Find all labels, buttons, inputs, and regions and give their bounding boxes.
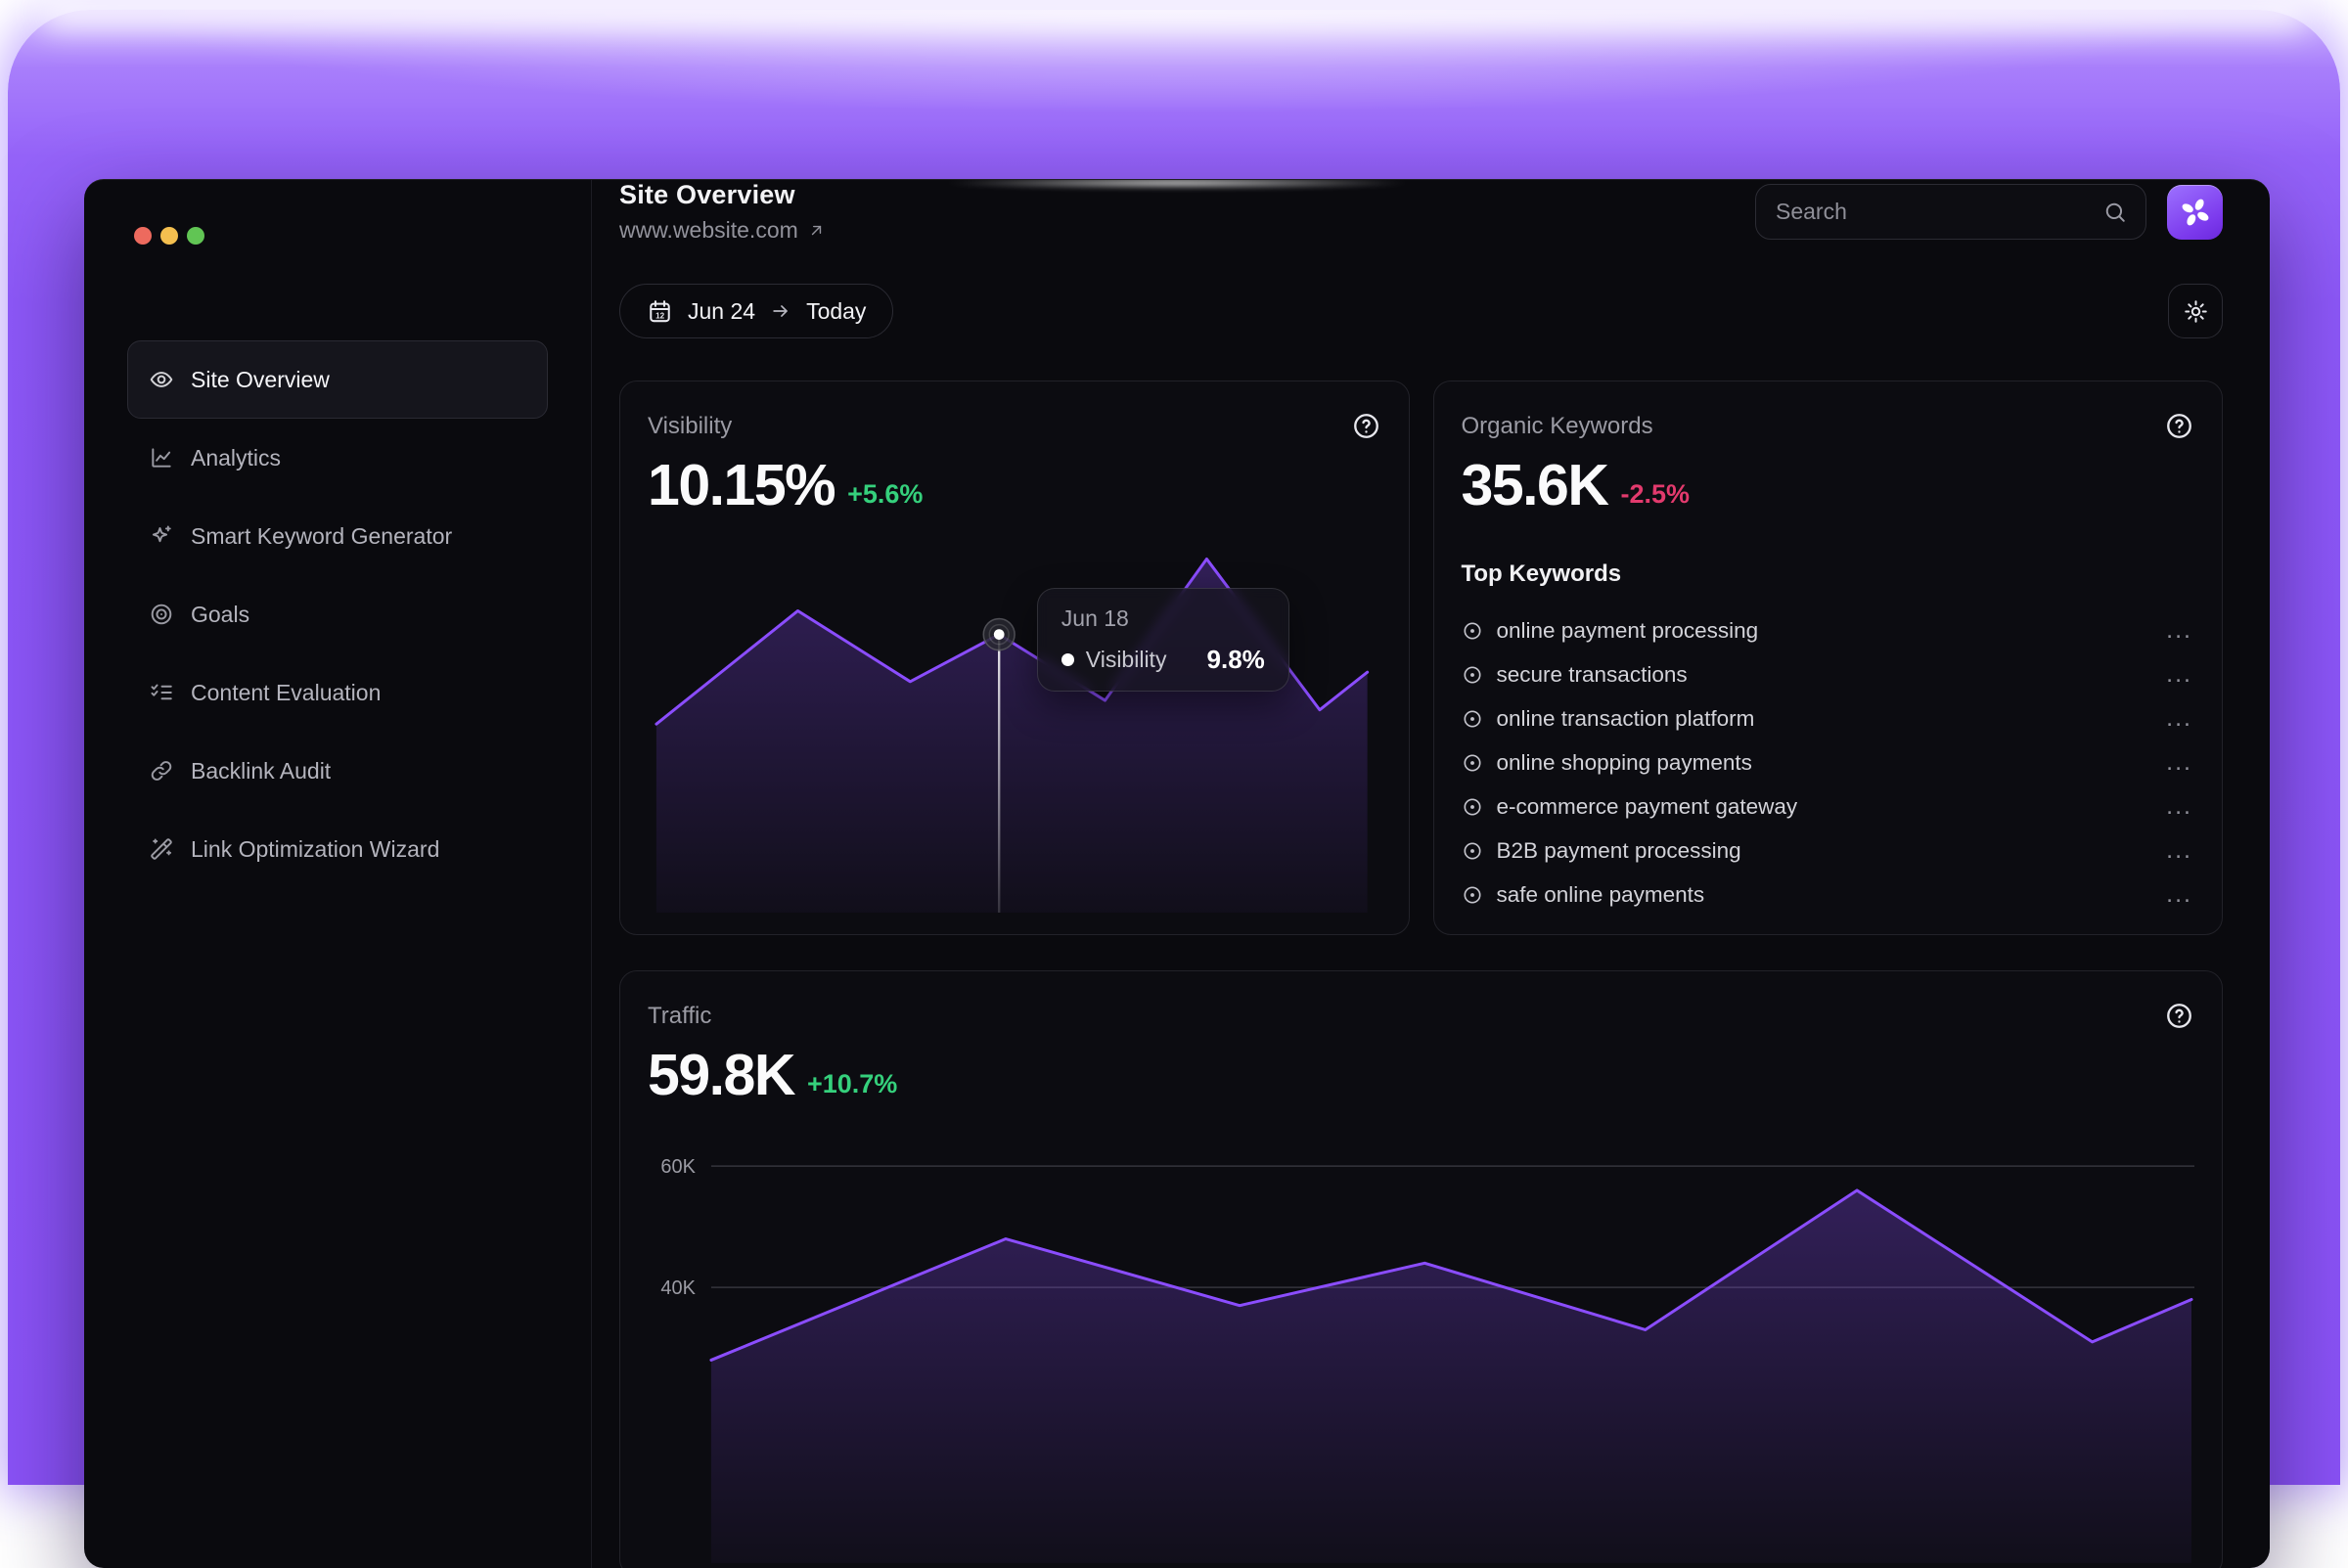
site-url: www.website.com bbox=[619, 217, 798, 244]
date-range-from: Jun 24 bbox=[688, 298, 755, 325]
tooltip-series-dot bbox=[1061, 653, 1074, 666]
tooltip-date: Jun 18 bbox=[1061, 605, 1265, 632]
keyword-row: secure transactions ... bbox=[1462, 652, 2195, 696]
sidebar-item-smart-keyword-generator[interactable]: Smart Keyword Generator bbox=[127, 497, 548, 575]
organic-keywords-delta: -2.5% bbox=[1620, 479, 1690, 515]
keyword-target-icon bbox=[1462, 708, 1483, 730]
search-input[interactable] bbox=[1776, 199, 2102, 225]
tooltip-value: 9.8% bbox=[1207, 645, 1265, 675]
traffic-card: Traffic 59.8K +10.7% 60K 40K bbox=[619, 970, 2223, 1568]
keyword-row: online shopping payments ... bbox=[1462, 740, 2195, 784]
visibility-card-title: Visibility bbox=[648, 413, 732, 440]
date-range-button[interactable]: 12 Jun 24 Today bbox=[619, 284, 893, 338]
organic-keywords-card: Organic Keywords 35.6K -2.5% Top Keyword… bbox=[1433, 381, 2224, 935]
top-cards-row: Visibility 10.15% +5.6% Jun 18 Visibilit… bbox=[619, 381, 2223, 935]
eye-icon bbox=[149, 367, 174, 392]
main-area: Site Overview www.website.com 12 Jun 2 bbox=[592, 180, 2270, 1568]
keyword-menu-button[interactable]: ... bbox=[2164, 882, 2194, 907]
toolbar: 12 Jun 24 Today bbox=[619, 284, 2223, 338]
keyword-menu-button[interactable]: ... bbox=[2164, 618, 2194, 643]
list-checks-icon bbox=[149, 680, 174, 705]
zoom-window-button[interactable] bbox=[187, 227, 204, 245]
window-controls bbox=[134, 227, 204, 245]
svg-text:12: 12 bbox=[655, 311, 664, 320]
keyword-row: safe online payments ... bbox=[1462, 873, 2195, 917]
visibility-card: Visibility 10.15% +5.6% Jun 18 Visibilit… bbox=[619, 381, 1410, 935]
minimize-window-button[interactable] bbox=[160, 227, 178, 245]
keyword-label: safe online payments bbox=[1497, 882, 1705, 908]
keyword-target-icon bbox=[1462, 884, 1483, 906]
calendar-icon: 12 bbox=[647, 298, 673, 325]
visibility-value: 10.15% bbox=[648, 457, 835, 515]
sidebar-item-link-optimization-wizard[interactable]: Link Optimization Wizard bbox=[127, 810, 548, 888]
keyword-menu-button[interactable]: ... bbox=[2164, 794, 2194, 819]
keyword-label: online transaction platform bbox=[1497, 706, 1755, 732]
traffic-chart[interactable]: 60K 40K bbox=[648, 1142, 2194, 1563]
sidebar-item-site-overview[interactable]: Site Overview bbox=[127, 340, 548, 419]
traffic-card-title: Traffic bbox=[648, 1003, 711, 1030]
top-keywords-list: online payment processing ... secure tra… bbox=[1462, 608, 2195, 917]
keyword-label: secure transactions bbox=[1497, 662, 1688, 688]
keyword-menu-button[interactable]: ... bbox=[2164, 706, 2194, 731]
pinwheel-logo-icon bbox=[2178, 195, 2213, 230]
traffic-delta: +10.7% bbox=[807, 1069, 897, 1104]
sidebar-item-backlink-audit[interactable]: Backlink Audit bbox=[127, 732, 548, 810]
link-icon bbox=[149, 758, 174, 784]
svg-text:40K: 40K bbox=[660, 1277, 696, 1299]
keyword-row: B2B payment processing ... bbox=[1462, 829, 2195, 873]
sidebar-item-content-evaluation[interactable]: Content Evaluation bbox=[127, 653, 548, 732]
keyword-label: e-commerce payment gateway bbox=[1497, 794, 1798, 820]
gear-icon bbox=[2183, 298, 2209, 325]
keyword-target-icon bbox=[1462, 664, 1483, 686]
keyword-target-icon bbox=[1462, 796, 1483, 818]
app-logo-button[interactable] bbox=[2167, 185, 2223, 240]
keyword-row: e-commerce payment gateway ... bbox=[1462, 784, 2195, 829]
help-icon[interactable] bbox=[2164, 411, 2194, 441]
target-icon bbox=[149, 602, 174, 627]
keyword-label: online payment processing bbox=[1497, 618, 1759, 644]
visibility-chart[interactable]: Jun 18 Visibility 9.8% bbox=[648, 545, 1381, 913]
keyword-menu-button[interactable]: ... bbox=[2164, 750, 2194, 775]
traffic-value: 59.8K bbox=[648, 1047, 794, 1104]
content-area: 12 Jun 24 Today Visibility 10.15% bbox=[592, 244, 2270, 1568]
tooltip-series: Visibility bbox=[1086, 647, 1167, 673]
chart-line-icon bbox=[149, 445, 174, 470]
organic-card-title: Organic Keywords bbox=[1462, 413, 1653, 440]
keyword-target-icon bbox=[1462, 752, 1483, 774]
keyword-row: online transaction platform ... bbox=[1462, 696, 2195, 740]
page-header: Site Overview www.website.com bbox=[592, 180, 2270, 244]
page-title: Site Overview bbox=[619, 180, 826, 210]
organic-keywords-value: 35.6K bbox=[1462, 457, 1608, 515]
keyword-label: B2B payment processing bbox=[1497, 838, 1741, 864]
settings-button[interactable] bbox=[2168, 284, 2223, 338]
keyword-target-icon bbox=[1462, 620, 1483, 642]
sparkles-icon bbox=[149, 523, 174, 549]
keyword-label: online shopping payments bbox=[1497, 750, 1752, 776]
arrow-right-icon bbox=[770, 300, 791, 322]
keyword-target-icon bbox=[1462, 840, 1483, 862]
sidebar-item-goals[interactable]: Goals bbox=[127, 575, 548, 653]
page-title-block: Site Overview www.website.com bbox=[619, 180, 826, 244]
close-window-button[interactable] bbox=[134, 227, 152, 245]
wand-icon bbox=[149, 836, 174, 862]
sidebar: Site Overview Analytics Smart Keyword Ge… bbox=[84, 180, 592, 1568]
search-icon bbox=[2102, 200, 2128, 225]
sidebar-nav: Site Overview Analytics Smart Keyword Ge… bbox=[84, 340, 591, 888]
sidebar-item-analytics[interactable]: Analytics bbox=[127, 419, 548, 497]
keyword-row: online payment processing ... bbox=[1462, 608, 2195, 652]
date-range-to: Today bbox=[806, 298, 866, 325]
visibility-delta: +5.6% bbox=[847, 479, 923, 515]
search-box bbox=[1755, 184, 2146, 240]
chart-tooltip: Jun 18 Visibility 9.8% bbox=[1037, 588, 1289, 692]
svg-text:60K: 60K bbox=[660, 1156, 696, 1178]
site-url-link[interactable]: www.website.com bbox=[619, 217, 826, 244]
arrow-up-right-icon bbox=[807, 221, 826, 240]
top-keywords-heading: Top Keywords bbox=[1462, 560, 2195, 588]
keyword-menu-button[interactable]: ... bbox=[2164, 662, 2194, 687]
app-window: Site Overview Analytics Smart Keyword Ge… bbox=[84, 179, 2270, 1568]
help-icon[interactable] bbox=[2164, 1001, 2194, 1031]
keyword-menu-button[interactable]: ... bbox=[2164, 838, 2194, 863]
help-icon[interactable] bbox=[1351, 411, 1381, 441]
